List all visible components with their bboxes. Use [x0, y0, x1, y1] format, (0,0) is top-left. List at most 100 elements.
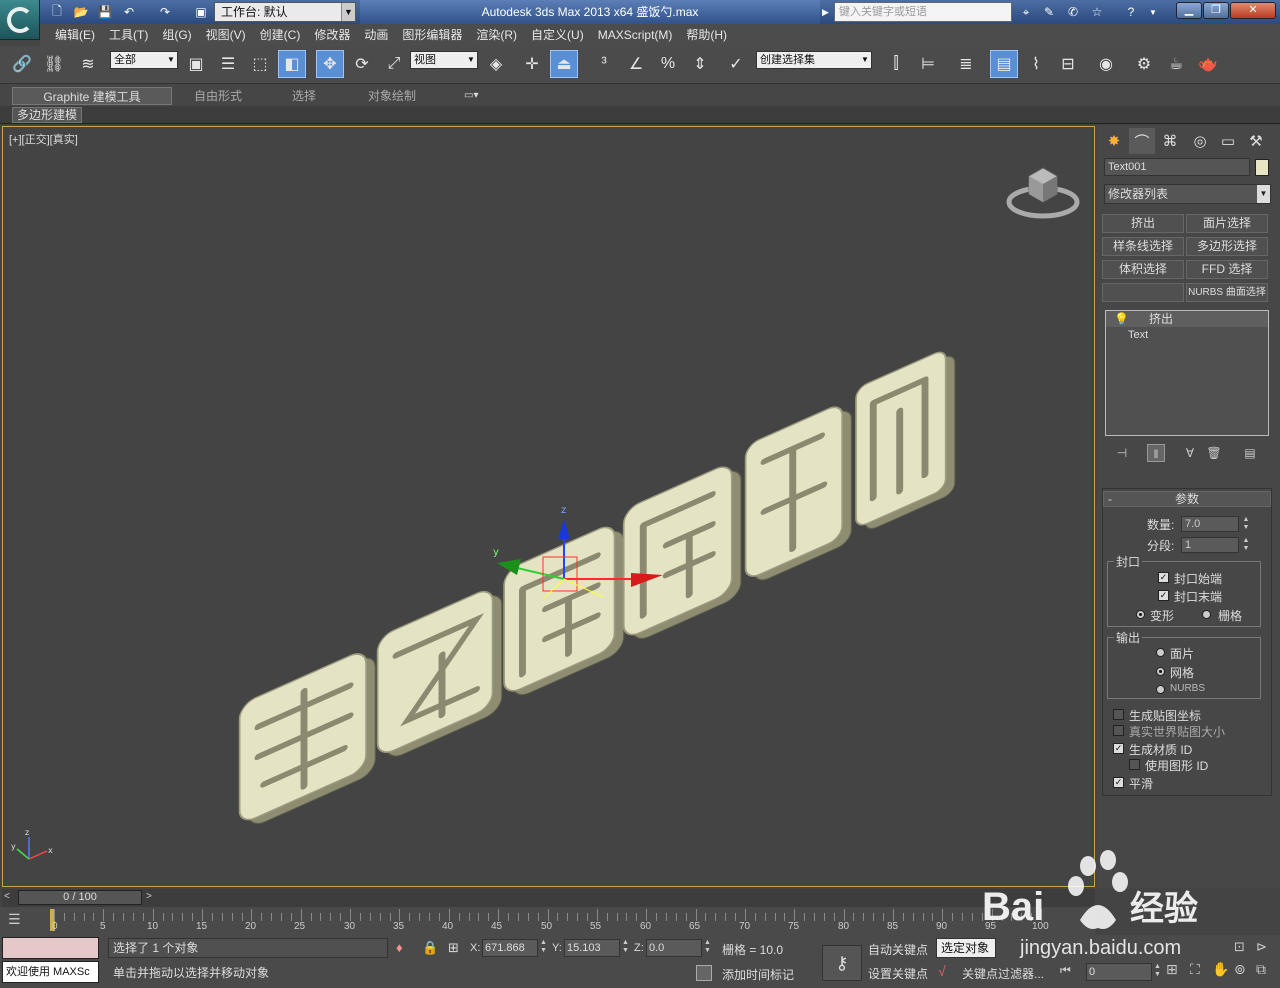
absolute-mode-icon[interactable]: ⊞	[448, 940, 459, 956]
use-shape-id-checkbox[interactable]	[1129, 759, 1140, 770]
display-panel-icon[interactable]: ▭	[1215, 128, 1241, 154]
keyboard-shortcut-override-icon[interactable]: ⏏	[550, 50, 578, 78]
render-setup-icon[interactable]: ⚙	[1130, 50, 1158, 78]
x-coord-field[interactable]: 671.868	[482, 939, 538, 957]
set-key-mode-icon[interactable]: ⚷	[822, 945, 862, 981]
empty-modifier-button[interactable]	[1102, 283, 1184, 302]
y-coord-field[interactable]: 15.103	[564, 939, 620, 957]
z-coord-field[interactable]: 0.0	[646, 939, 702, 957]
select-scale-icon[interactable]: ⤢	[380, 50, 408, 78]
new-file-icon[interactable]: 🗋	[48, 3, 66, 21]
reference-coordinate-dropdown[interactable]: 视图 ▼	[410, 51, 478, 69]
ffd-select-button[interactable]: FFD 选择	[1186, 260, 1268, 279]
real-world-map-checkbox[interactable]	[1113, 725, 1124, 736]
volume-select-button[interactable]: 体积选择	[1102, 260, 1184, 279]
menu-views[interactable]: 视图(V)	[199, 24, 253, 46]
save-file-icon[interactable]: 💾	[96, 3, 114, 21]
window-crossing-icon[interactable]: ◧	[278, 50, 306, 78]
remove-modifier-icon[interactable]: 🗑	[1205, 444, 1223, 462]
motion-panel-icon[interactable]: ◎	[1187, 128, 1213, 154]
grid-radio[interactable]	[1202, 610, 1211, 619]
rendered-frame-window-icon[interactable]: ☕	[1162, 50, 1190, 78]
x-spinner-icon[interactable]: ▲ ▼	[540, 939, 547, 955]
track-bar[interactable]: ☰ 0 5 10 15 20 25 30 35 40 45 50 55 60 6…	[0, 907, 1095, 935]
menu-customize[interactable]: 自定义(U)	[524, 24, 591, 46]
parameters-rollout-header[interactable]: - 参数	[1103, 491, 1271, 507]
segments-field[interactable]: 1	[1181, 537, 1239, 553]
menu-create[interactable]: 创建(C)	[253, 24, 308, 46]
communication-icon[interactable]: ✆	[1064, 3, 1082, 21]
nurbs-surface-select-button[interactable]: NURBS 曲面选择	[1186, 283, 1268, 302]
lightbulb-icon[interactable]: 💡	[1114, 312, 1129, 326]
stack-item-extrude[interactable]: 💡 挤出	[1106, 311, 1268, 327]
next-frame-arrow-icon[interactable]: >	[146, 891, 152, 902]
favorites-star-icon[interactable]: ☆	[1088, 3, 1106, 21]
align-icon[interactable]: ⊨	[914, 50, 942, 78]
rect-selection-icon[interactable]: ⬚	[246, 50, 274, 78]
modifier-stack[interactable]: 💡 挤出 Text	[1105, 310, 1269, 436]
graphite-toggle-icon[interactable]: ▤	[990, 50, 1018, 78]
curve-editor-icon[interactable]: ⌇	[1022, 50, 1050, 78]
smooth-checkbox[interactable]: ✓	[1113, 777, 1124, 788]
named-selection-dropdown[interactable]: 创建选择集 ▼	[756, 51, 872, 69]
hierarchy-panel-icon[interactable]: ⌘	[1157, 128, 1183, 154]
unlink-icon[interactable]: ⛓	[40, 50, 68, 78]
binoculars-icon[interactable]: ⌖	[1016, 3, 1036, 21]
configure-modifier-sets-icon[interactable]: ▤	[1241, 444, 1259, 462]
layer-manager-icon[interactable]: ≣	[952, 50, 980, 78]
add-time-tag-button[interactable]: 添加时间标记	[722, 966, 794, 983]
output-nurbs-radio[interactable]	[1156, 685, 1165, 694]
spline-select-button[interactable]: 样条线选择	[1102, 237, 1184, 256]
redo-icon[interactable]: ↷	[156, 3, 174, 21]
output-patch-radio[interactable]	[1156, 648, 1165, 657]
select-by-name-icon[interactable]: ☰	[214, 50, 242, 78]
project-folder-icon[interactable]: ▣	[192, 3, 210, 21]
material-editor-icon[interactable]: ◉	[1092, 50, 1120, 78]
isolate-selection-icon[interactable]: ♦	[396, 940, 403, 955]
minimize-button[interactable]: ▁	[1176, 2, 1202, 19]
morph-radio[interactable]	[1136, 610, 1145, 619]
polygon-modeling-label[interactable]: 多边形建模	[12, 107, 83, 123]
poly-select-button[interactable]: 多边形选择	[1186, 237, 1268, 256]
show-end-result-icon[interactable]: ‖	[1147, 444, 1165, 462]
menu-rendering[interactable]: 渲染(R)	[469, 24, 524, 46]
set-key-button[interactable]: 设置关键点	[868, 965, 928, 982]
extrude-button[interactable]: 挤出	[1102, 214, 1184, 233]
z-spinner-icon[interactable]: ▲ ▼	[704, 939, 711, 955]
modify-panel-icon[interactable]: ⌒	[1129, 128, 1155, 154]
select-move-icon[interactable]: ✥	[316, 50, 344, 78]
menu-modifiers[interactable]: 修改器	[307, 24, 357, 46]
select-rotate-icon[interactable]: ⟳	[348, 50, 376, 78]
time-slider-bar[interactable]: < 0 / 100 >	[2, 889, 1095, 907]
close-button[interactable]: ✕	[1230, 2, 1276, 19]
gen-map-coords-checkbox[interactable]	[1113, 709, 1124, 720]
mirror-icon[interactable]: ⫿	[882, 50, 910, 78]
menu-graph-editors[interactable]: 图形编辑器	[395, 24, 469, 46]
menu-edit[interactable]: 编辑(E)	[48, 24, 102, 46]
perspective-viewport[interactable]: [+][正交][真实] z y z x y	[2, 126, 1095, 887]
time-slider-handle[interactable]: 0 / 100	[18, 890, 142, 905]
output-mesh-radio[interactable]	[1156, 667, 1165, 676]
modifier-list-dropdown[interactable]: 修改器列表 ▼	[1104, 184, 1271, 204]
amount-spinner-icon[interactable]: ▲ ▼	[1241, 516, 1251, 532]
spinner-snap-icon[interactable]: ⇕	[686, 50, 714, 78]
tab-freeform[interactable]: 自由形式	[194, 87, 242, 105]
subscription-icon[interactable]: ✎	[1040, 3, 1058, 21]
maxscript-listener-pink[interactable]	[2, 937, 99, 959]
pin-stack-icon[interactable]: ⊣	[1113, 444, 1131, 462]
help-dropdown-icon[interactable]: ▼	[1144, 3, 1162, 21]
select-object-icon[interactable]: ▣	[182, 50, 210, 78]
object-color-swatch[interactable]	[1255, 159, 1269, 176]
question-icon[interactable]: ?	[1122, 3, 1140, 21]
cap-start-checkbox[interactable]: ✓	[1158, 572, 1169, 583]
prev-frame-arrow-icon[interactable]: <	[4, 891, 10, 902]
create-panel-icon[interactable]: ✸	[1101, 128, 1127, 154]
object-name-field[interactable]: Text001	[1104, 158, 1250, 176]
bind-space-warp-icon[interactable]: ≋	[74, 50, 102, 78]
tab-object-paint[interactable]: 对象绘制	[368, 87, 416, 105]
maxscript-mini-listener[interactable]: 欢迎使用 MAXSc	[2, 961, 99, 983]
open-file-icon[interactable]: 📂	[72, 3, 90, 21]
undo-icon[interactable]: ↶	[120, 3, 138, 21]
viewcube-icon[interactable]	[1005, 162, 1081, 222]
schematic-view-icon[interactable]: ⊟	[1054, 50, 1082, 78]
